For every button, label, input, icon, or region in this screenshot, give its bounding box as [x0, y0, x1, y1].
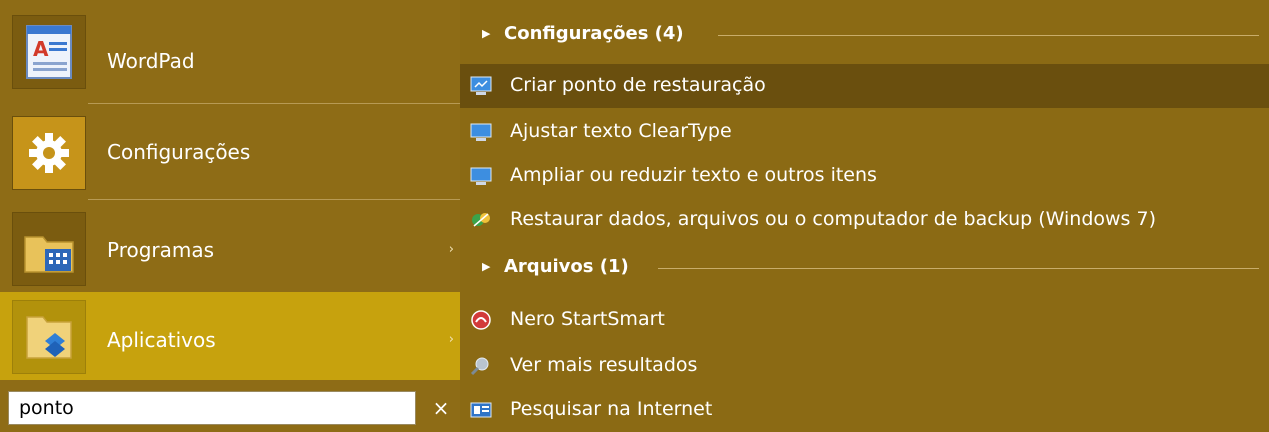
divider [88, 103, 460, 104]
result-item[interactable]: Restaurar dados, arquivos ou o computado… [460, 198, 1269, 242]
expand-arrow-icon: ▶ [482, 260, 491, 273]
tile-configuracoes[interactable]: Configurações [0, 108, 460, 196]
monitor-icon [470, 76, 492, 96]
programs-folder-icon [12, 212, 86, 286]
gear-icon [12, 116, 86, 190]
chevron-right-icon: › [448, 332, 454, 347]
group-header-arquivos[interactable]: ▶ Arquivos (1) [460, 248, 1269, 288]
result-label: Ampliar ou reduzir texto e outros itens [510, 164, 877, 186]
chevron-right-icon: › [448, 242, 454, 257]
expand-arrow-icon: ▶ [482, 27, 491, 40]
apps-folder-icon [12, 300, 86, 374]
search-input[interactable]: ponto [8, 391, 416, 425]
result-label: Nero StartSmart [510, 308, 665, 330]
tile-label: Aplicativos [107, 328, 216, 352]
divider [88, 199, 460, 200]
group-divider [658, 268, 1259, 269]
result-item[interactable]: Criar ponto de restauração [460, 64, 1269, 108]
clear-search-icon[interactable]: × [428, 395, 454, 421]
result-label: Pesquisar na Internet [510, 398, 713, 420]
search-results-panel: ▶ Configurações (4) Criar ponto de resta… [460, 0, 1269, 432]
magnifier-icon [470, 356, 492, 376]
internet-search-icon [470, 400, 492, 420]
tile-programas[interactable]: Programas › [0, 204, 460, 292]
start-menu-left-panel: A WordPad Configurações Programas › Apli… [0, 0, 460, 432]
tile-label: Programas [107, 238, 215, 262]
monitor-icon [470, 166, 492, 186]
result-item[interactable]: Nero StartSmart [460, 298, 1269, 342]
result-label: Criar ponto de restauração [510, 74, 766, 96]
tile-aplicativos[interactable]: Aplicativos › [0, 292, 460, 380]
wordpad-icon: A [12, 15, 86, 89]
result-label: Restaurar dados, arquivos ou o computado… [510, 208, 1156, 230]
result-item[interactable]: Ampliar ou reduzir texto e outros itens [460, 154, 1269, 198]
result-label: Ver mais resultados [510, 354, 698, 376]
backup-icon [470, 210, 492, 230]
group-label: Arquivos (1) [504, 256, 629, 277]
tile-label: WordPad [107, 49, 195, 73]
tile-wordpad[interactable]: A WordPad [0, 7, 460, 95]
tile-label: Configurações [107, 140, 251, 164]
result-label: Ajustar texto ClearType [510, 120, 732, 142]
svg-text:A: A [33, 37, 49, 61]
internet-search-link[interactable]: Pesquisar na Internet [460, 388, 1269, 432]
nero-icon [470, 310, 492, 330]
more-results-link[interactable]: Ver mais resultados [460, 344, 1269, 388]
group-label: Configurações (4) [504, 23, 684, 44]
monitor-icon [470, 122, 492, 142]
group-divider [718, 35, 1259, 36]
result-item[interactable]: Ajustar texto ClearType [460, 110, 1269, 154]
group-header-configuracoes[interactable]: ▶ Configurações (4) [460, 15, 1269, 55]
